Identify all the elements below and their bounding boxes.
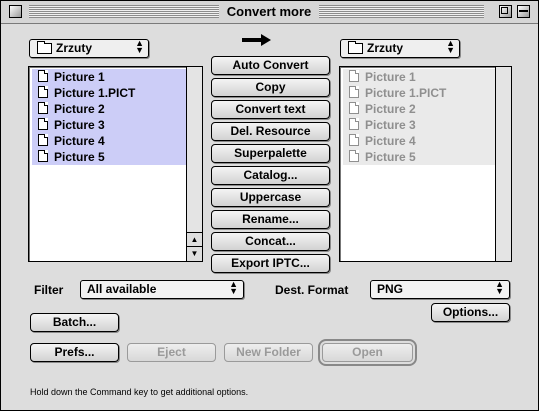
copy-button[interactable]: Copy	[211, 78, 330, 97]
file-name: Picture 5	[54, 150, 105, 164]
source-file-item[interactable]: Picture 5	[32, 149, 186, 165]
destination-file-item: Picture 1	[343, 69, 495, 85]
export-iptc-button[interactable]: Export IPTC...	[211, 254, 330, 273]
concat-button[interactable]: Concat...	[211, 232, 330, 251]
file-name: Picture 5	[365, 150, 416, 164]
source-file-list[interactable]: Picture 1 Picture 1.PICT Picture 2 Pictu…	[28, 66, 203, 262]
document-icon	[349, 70, 359, 82]
catalog-button[interactable]: Catalog...	[211, 166, 330, 185]
title-bar-stripes	[29, 5, 219, 18]
destination-file-item: Picture 2	[343, 101, 495, 117]
file-name: Picture 3	[54, 118, 105, 132]
scroll-up-arrow-icon[interactable]: ▲	[187, 232, 202, 247]
source-file-item[interactable]: Picture 1.PICT	[32, 85, 186, 101]
destination-list-scrollbar[interactable]	[495, 67, 511, 261]
prefs-button[interactable]: Prefs...	[30, 343, 119, 362]
convert-text-button[interactable]: Convert text	[211, 100, 330, 119]
arrow-right-icon	[242, 34, 271, 46]
source-folder-label: Zrzuty	[56, 41, 92, 55]
file-name: Picture 2	[54, 102, 105, 116]
updown-arrows-icon: ▲ ▼	[446, 38, 455, 55]
batch-button[interactable]: Batch...	[30, 313, 119, 332]
dest-format-label: Dest. Format	[275, 283, 349, 297]
options-button[interactable]: Options...	[431, 303, 510, 322]
rename-button[interactable]: Rename...	[211, 210, 330, 229]
folder-icon	[37, 41, 52, 54]
title-bar[interactable]: Convert more	[1, 1, 538, 24]
file-name: Picture 1	[54, 70, 105, 84]
document-icon	[349, 118, 359, 130]
source-file-item[interactable]: Picture 4	[32, 133, 186, 149]
dest-format-select[interactable]: PNG ▲ ▼	[370, 280, 510, 299]
destination-file-item: Picture 4	[343, 133, 495, 149]
document-icon	[349, 150, 359, 162]
uppercase-button[interactable]: Uppercase	[211, 188, 330, 207]
source-folder-popup[interactable]: Zrzuty ▲ ▼	[29, 39, 149, 58]
updown-arrows-icon: ▲ ▼	[135, 38, 144, 55]
document-icon	[349, 102, 359, 114]
filter-select[interactable]: All available ▲ ▼	[80, 280, 244, 299]
scroll-down-arrow-icon[interactable]: ▼	[187, 246, 202, 261]
eject-button[interactable]: Eject	[127, 343, 216, 362]
document-icon	[38, 134, 48, 146]
document-icon	[38, 70, 48, 82]
file-name: Picture 3	[365, 118, 416, 132]
file-name: Picture 2	[365, 102, 416, 116]
updown-arrows-icon: ▲ ▼	[495, 279, 504, 296]
folder-icon	[348, 41, 363, 54]
filter-label: Filter	[34, 283, 64, 297]
source-list-scrollbar[interactable]: ▲ ▼	[186, 67, 202, 261]
del-resource-button[interactable]: Del. Resource	[211, 122, 330, 141]
superpalette-button[interactable]: Superpalette	[211, 144, 330, 163]
auto-convert-button[interactable]: Auto Convert	[211, 56, 330, 75]
destination-file-item: Picture 1.PICT	[343, 85, 495, 101]
destination-folder-label: Zrzuty	[367, 41, 403, 55]
zoom-box[interactable]	[499, 5, 512, 18]
destination-file-item: Picture 3	[343, 117, 495, 133]
file-name: Picture 1	[365, 70, 416, 84]
document-icon	[38, 86, 48, 98]
filter-value: All available	[87, 282, 157, 296]
new-folder-button[interactable]: New Folder	[224, 343, 313, 362]
document-icon	[349, 86, 359, 98]
file-name: Picture 1.PICT	[365, 86, 447, 100]
updown-arrows-icon: ▲ ▼	[229, 279, 238, 296]
file-name: Picture 4	[54, 134, 105, 148]
close-box[interactable]	[9, 5, 22, 18]
document-icon	[38, 102, 48, 114]
destination-file-list[interactable]: Picture 1 Picture 1.PICT Picture 2 Pictu…	[339, 66, 512, 262]
file-name: Picture 1.PICT	[54, 86, 136, 100]
destination-file-item: Picture 5	[343, 149, 495, 165]
document-icon	[38, 150, 48, 162]
dest-format-value: PNG	[377, 282, 404, 296]
hint-text: Hold down the Command key to get additio…	[30, 387, 249, 397]
collapse-box[interactable]	[517, 5, 530, 18]
document-icon	[349, 134, 359, 146]
open-button[interactable]: Open	[318, 339, 417, 366]
title-bar-stripes	[319, 5, 484, 18]
destination-folder-popup[interactable]: Zrzuty ▲ ▼	[340, 39, 460, 58]
window-title: Convert more	[219, 4, 319, 19]
source-file-item[interactable]: Picture 1	[32, 69, 186, 85]
convert-more-window: Convert more Zrzuty ▲ ▼ Zrzuty ▲ ▼ Picture…	[0, 0, 539, 411]
file-name: Picture 4	[365, 134, 416, 148]
source-file-item[interactable]: Picture 3	[32, 117, 186, 133]
source-file-item[interactable]: Picture 2	[32, 101, 186, 117]
document-icon	[38, 118, 48, 130]
